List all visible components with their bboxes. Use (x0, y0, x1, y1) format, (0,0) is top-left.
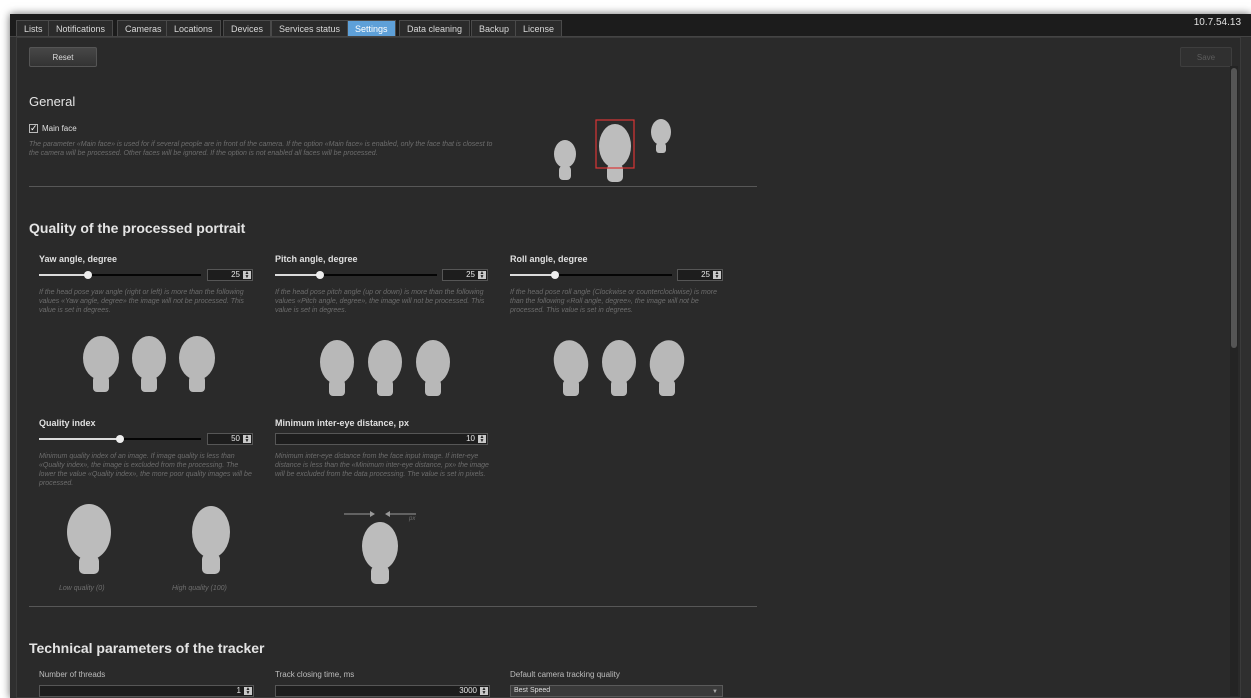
roll-angle-value: 25 (701, 270, 710, 279)
yaw-angle-description: If the head pose yaw angle (right or lef… (39, 289, 244, 314)
roll-slider-fill (510, 274, 556, 276)
spinner-arrows-icon[interactable]: ▲ ▼ (478, 435, 486, 444)
yaw-heads-illustration (83, 336, 215, 392)
roll-heads-illustration (553, 340, 685, 396)
yaw-slider-fill (39, 274, 88, 276)
spinner-arrows-icon[interactable]: ▲ ▼ (480, 687, 488, 696)
inter-eye-distance-value: 10 (466, 434, 475, 443)
inter-eye-unit-caption: px (409, 516, 416, 522)
tab-notifications[interactable]: Notifications (48, 20, 114, 36)
tab-data-cleaning[interactable]: Data cleaning (399, 20, 471, 36)
pitch-heads-illustration (320, 340, 450, 396)
camera-tracking-quality-value: Best Speed (514, 687, 551, 694)
roll-angle-description: If the head pose roll angle (Clockwise o… (510, 289, 717, 314)
threads-value: 1 (236, 686, 241, 695)
quality-index-description: Minimum quality index of an image. If im… (39, 453, 252, 487)
yaw-angle-label: Yaw angle, degree (39, 254, 118, 264)
quality-index-slider[interactable] (39, 435, 201, 443)
quality-index-slider-thumb[interactable] (116, 435, 124, 443)
spinner-arrows-icon[interactable]: ▲ ▼ (243, 271, 251, 280)
quality-index-slider-fill (39, 438, 120, 440)
high-quality-caption: High quality (100) (172, 585, 227, 592)
general-divider (29, 186, 757, 187)
track-closing-time-value: 3000 (459, 686, 477, 695)
tab-backup[interactable]: Backup (471, 20, 518, 36)
scrollbar-thumb[interactable] (1231, 68, 1237, 348)
pitch-slider-thumb[interactable] (316, 271, 325, 279)
quality-index-input[interactable]: 50 ▲ ▼ (207, 433, 253, 445)
yaw-angle-value: 25 (231, 270, 240, 279)
high-quality-head-illustration (192, 506, 230, 574)
quality-index-value: 50 (231, 434, 240, 443)
checkmark-icon: ✓ (30, 123, 38, 133)
camera-tracking-quality-select[interactable]: Best Speed ▼ (510, 685, 723, 697)
yaw-slider-thumb[interactable] (83, 271, 92, 279)
tab-cameras[interactable]: Cameras (117, 20, 170, 36)
vertical-scrollbar[interactable] (1230, 66, 1238, 696)
settings-panel: Reset Save General ✓ Main face The param… (16, 37, 1241, 698)
quality-index-label: Quality index (39, 418, 96, 428)
threads-label: Number of threads (39, 670, 106, 679)
general-section-title: General (29, 94, 76, 109)
yaw-angle-slider[interactable] (39, 271, 201, 279)
spinner-arrows-icon[interactable]: ▲ ▼ (243, 435, 251, 444)
quality-divider (29, 606, 757, 607)
main-face-label: Main face (42, 124, 77, 133)
yaw-angle-input[interactable]: 25 ▲ ▼ (207, 269, 253, 281)
spinner-arrows-icon[interactable]: ▲ ▼ (244, 687, 252, 696)
tab-settings[interactable]: Settings (347, 20, 396, 36)
pitch-angle-slider[interactable] (275, 271, 437, 279)
version-label: 10.7.54.13 (1193, 17, 1241, 28)
inter-eye-distance-input[interactable]: 10 ▲ ▼ (275, 433, 488, 445)
dropdown-caret-icon: ▼ (712, 689, 718, 695)
roll-angle-input[interactable]: 25 ▲ ▼ (677, 269, 723, 281)
pitch-angle-input[interactable]: 25 ▲ ▼ (442, 269, 488, 281)
camera-tracking-quality-label: Default camera tracking quality (510, 670, 620, 679)
track-closing-time-input[interactable]: 3000 ▲ ▼ (275, 685, 490, 697)
pitch-angle-value: 25 (466, 270, 475, 279)
track-closing-time-label: Track closing time, ms (275, 670, 355, 679)
pitch-slider-fill (275, 274, 321, 276)
reset-button[interactable]: Reset (29, 47, 97, 67)
quality-section-title: Quality of the processed portrait (29, 220, 246, 236)
main-face-illustration (554, 119, 671, 182)
inter-eye-distance-label: Minimum inter-eye distance, px (275, 418, 410, 428)
app-window: Lists Notifications Cameras Locations De… (10, 14, 1251, 698)
main-face-description: The parameter «Main face» is used for if… (29, 141, 493, 157)
spinner-arrows-icon[interactable]: ▲ ▼ (713, 271, 721, 280)
tab-bar: Lists Notifications Cameras Locations De… (10, 14, 1251, 37)
inter-eye-distance-description: Minimum inter-eye distance from the face… (275, 453, 489, 478)
save-button[interactable]: Save (1180, 47, 1232, 67)
main-face-checkbox[interactable]: ✓ (29, 124, 38, 133)
low-quality-caption: Low quality (0) (59, 585, 105, 592)
roll-angle-slider[interactable] (510, 271, 672, 279)
threads-input[interactable]: 1 ▲ ▼ (39, 685, 254, 697)
low-quality-head-illustration (67, 504, 111, 574)
roll-slider-thumb[interactable] (551, 271, 560, 279)
roll-angle-label: Roll angle, degree (510, 254, 588, 264)
tracker-section-title: Technical parameters of the tracker (29, 640, 265, 656)
tab-devices[interactable]: Devices (223, 20, 272, 36)
pitch-angle-label: Pitch angle, degree (275, 254, 358, 264)
tab-services-status[interactable]: Services status (271, 20, 349, 36)
tab-lists[interactable]: Lists (16, 20, 51, 36)
tab-license[interactable]: License (515, 20, 563, 36)
spinner-arrows-icon[interactable]: ▲ ▼ (478, 271, 486, 280)
tab-locations[interactable]: Locations (166, 20, 221, 36)
pitch-angle-description: If the head pose pitch angle (up or down… (275, 289, 485, 314)
